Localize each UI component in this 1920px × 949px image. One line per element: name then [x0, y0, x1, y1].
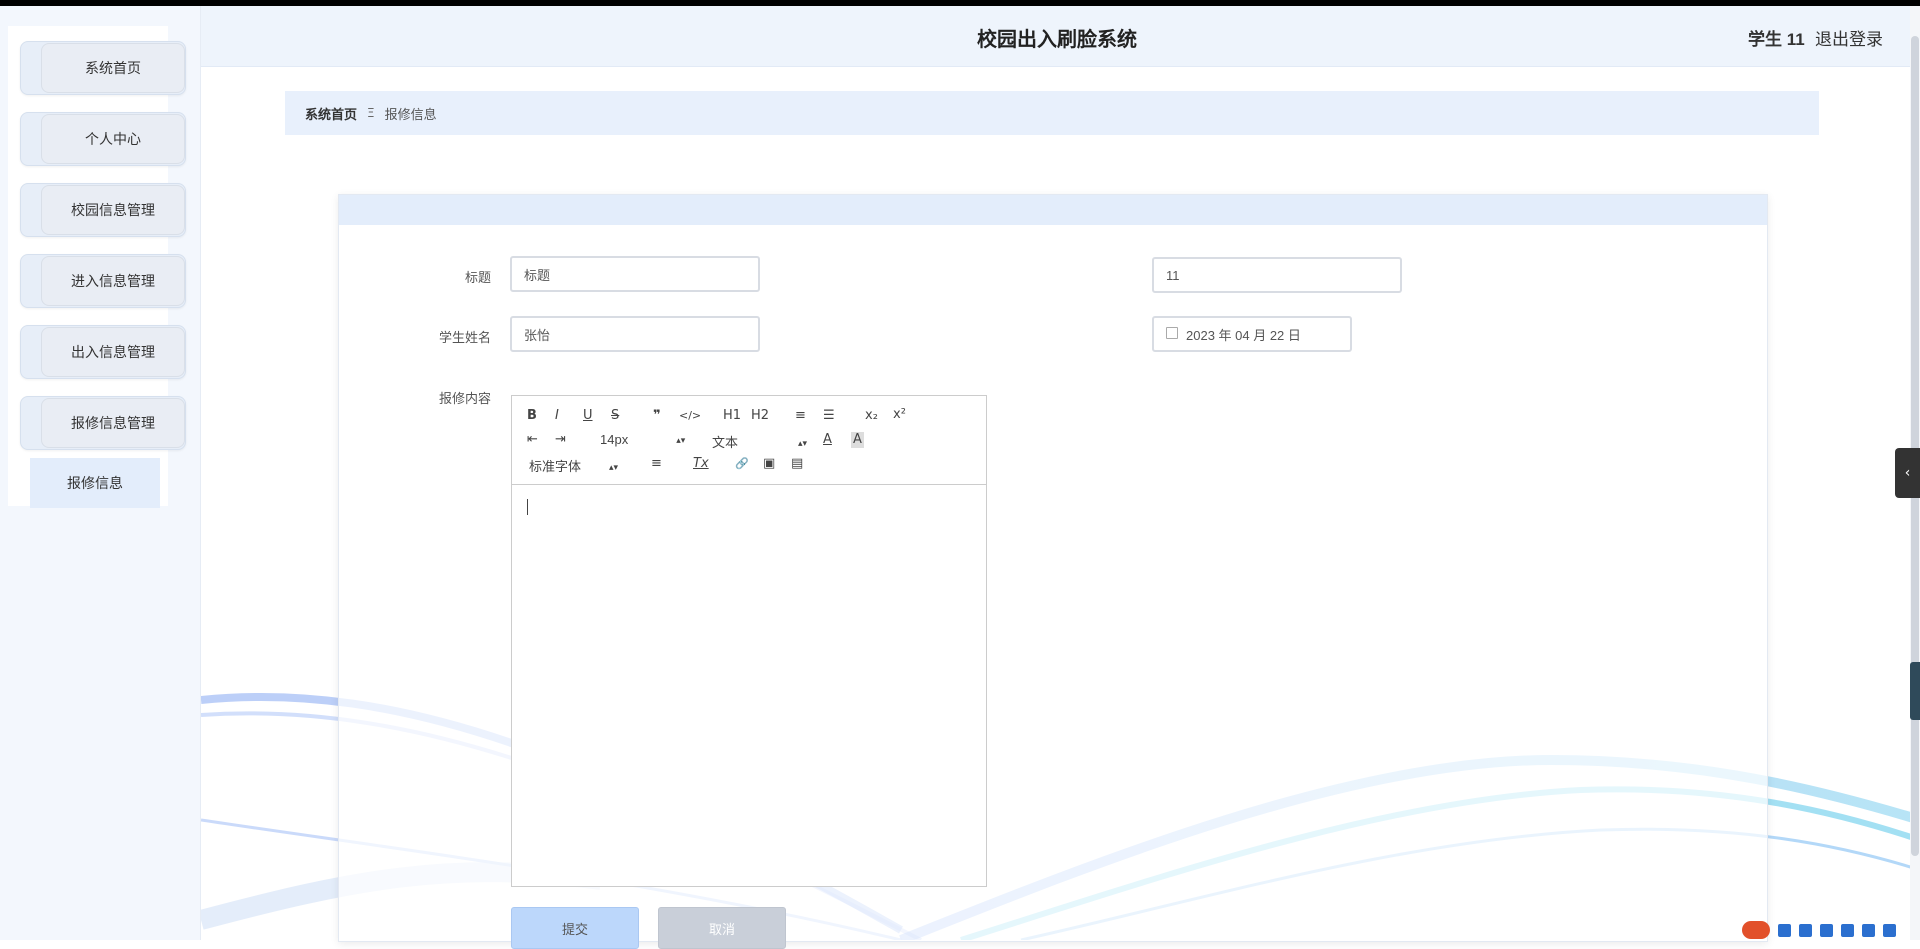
app-title: 校园出入刷脸系统: [977, 29, 1137, 51]
video-icon[interactable]: ▤: [791, 456, 803, 472]
text-cursor: [527, 499, 528, 515]
blockquote-icon[interactable]: ❞: [653, 408, 661, 424]
sidebar-item-personal-center[interactable]: 个人中心: [20, 112, 186, 166]
sidebar-item-label: 校园信息管理: [41, 185, 185, 235]
font-family-select[interactable]: 标准字体 ▴▾: [529, 456, 618, 475]
sidebar-item-label: 报修信息管理: [41, 398, 185, 448]
background-color-icon[interactable]: A: [851, 432, 864, 448]
breadcrumb-current: 报修信息: [384, 107, 437, 123]
sidebar-item-label: 系统首页: [41, 43, 185, 93]
user-name: 学生 11: [1748, 30, 1805, 49]
sidebar-item-repair-management[interactable]: 报修信息管理: [20, 396, 186, 450]
editor-content-area[interactable]: [512, 485, 986, 886]
sidebar-item-exit-info[interactable]: 出入信息管理: [20, 325, 186, 379]
font-size-value: 14px: [600, 432, 629, 447]
content-label: 报修内容: [438, 391, 491, 406]
heading1-icon[interactable]: H1: [723, 408, 741, 424]
title-label: 标题: [464, 270, 491, 285]
sidebar-item-entry-info[interactable]: 进入信息管理: [20, 254, 186, 308]
card-header: [339, 195, 1767, 225]
font-color-icon[interactable]: A: [823, 432, 832, 448]
clear-format-icon[interactable]: Tx: [693, 456, 709, 472]
bold-icon[interactable]: B: [527, 408, 537, 424]
italic-icon[interactable]: I: [555, 408, 559, 424]
select-caret-icon: ▴▾: [609, 462, 619, 472]
sidebar-item-label: 出入信息管理: [41, 327, 185, 377]
bullet-list-icon[interactable]: ☰: [823, 408, 835, 424]
side-widget[interactable]: [1910, 662, 1920, 720]
font-size-select[interactable]: 14px ▴▾: [600, 432, 685, 447]
rich-text-editor: B I U S ❞ </> H1 H2 ≡ ☰ x₂ x² ⇤ ⇥ 14px ▴▾…: [511, 395, 987, 887]
editor-toolbar: B I U S ❞ </> H1 H2 ≡ ☰ x₂ x² ⇤ ⇥ 14px ▴▾…: [512, 396, 986, 485]
image-icon[interactable]: ▣: [763, 456, 775, 472]
ordered-list-icon[interactable]: ≡: [795, 408, 806, 424]
submit-button[interactable]: 提交: [511, 907, 639, 949]
form-card: 标题 标题 学生学号 11 学生姓名 张怡 报修时间 2023 年 04 月 2…: [338, 194, 1768, 949]
indent-decrease-icon[interactable]: ⇤: [527, 432, 538, 448]
scrollbar-thumb[interactable]: [1911, 36, 1919, 856]
collapse-tab-icon[interactable]: ‹: [1895, 448, 1920, 498]
text-type-select[interactable]: 文本 ▴▾: [712, 432, 807, 451]
student-name-input[interactable]: 张怡: [510, 316, 760, 352]
link-icon[interactable]: 🔗: [735, 456, 749, 472]
sidebar-item-label: 进入信息管理: [41, 256, 185, 306]
text-type-value: 文本: [712, 435, 739, 450]
select-caret-icon: ▴▾: [798, 438, 808, 448]
sidebar-item-home[interactable]: 系统首页: [20, 41, 186, 95]
system-tray: [1742, 920, 1896, 940]
font-family-value: 标准字体: [529, 459, 582, 474]
indent-increase-icon[interactable]: ⇥: [555, 432, 566, 448]
breadcrumb-home[interactable]: 系统首页: [305, 104, 357, 123]
logout-link[interactable]: 退出登录: [1815, 25, 1883, 50]
student-name-label: 学生姓名: [438, 330, 491, 345]
tray-icon[interactable]: [1799, 923, 1812, 937]
tray-icon[interactable]: [1862, 923, 1875, 937]
code-icon[interactable]: </>: [679, 408, 701, 424]
breadcrumb: 系统首页 Ξ 报修信息: [285, 91, 1819, 135]
repair-time-value: 2023 年 04 月 22 日: [1186, 327, 1301, 343]
subscript-icon[interactable]: x₂: [865, 408, 878, 424]
tray-icon[interactable]: [1841, 923, 1854, 937]
align-icon[interactable]: ≡: [651, 456, 662, 472]
breadcrumb-separator-icon: Ξ: [367, 106, 375, 120]
header: 校园出入刷脸系统 学生 11 退出登录: [201, 6, 1920, 67]
tray-icon[interactable]: [1778, 923, 1791, 937]
sidebar-item-campus-info[interactable]: 校园信息管理: [20, 183, 186, 237]
microphone-icon[interactable]: [1820, 923, 1833, 937]
heading2-icon[interactable]: H2: [751, 408, 769, 424]
grid-icon[interactable]: [1883, 923, 1896, 937]
calendar-icon: [1166, 327, 1178, 339]
strikethrough-icon[interactable]: S: [611, 408, 619, 424]
sidebar-subitem-repair-info[interactable]: 报修信息: [30, 458, 160, 508]
repair-time-input[interactable]: 2023 年 04 月 22 日: [1152, 316, 1352, 352]
cancel-button[interactable]: 取消: [658, 907, 786, 949]
sidebar: 系统首页 个人中心 校园信息管理 进入信息管理 出入信息管理 报修信息管理 报修…: [0, 6, 201, 940]
superscript-icon[interactable]: x²: [893, 407, 906, 423]
underline-icon[interactable]: U: [583, 408, 593, 424]
ime-logo-icon[interactable]: [1742, 921, 1770, 939]
sidebar-item-label: 个人中心: [41, 114, 185, 164]
title-input[interactable]: 标题: [510, 256, 760, 292]
select-caret-icon: ▴▾: [676, 435, 686, 445]
student-id-input[interactable]: 11: [1152, 257, 1402, 293]
